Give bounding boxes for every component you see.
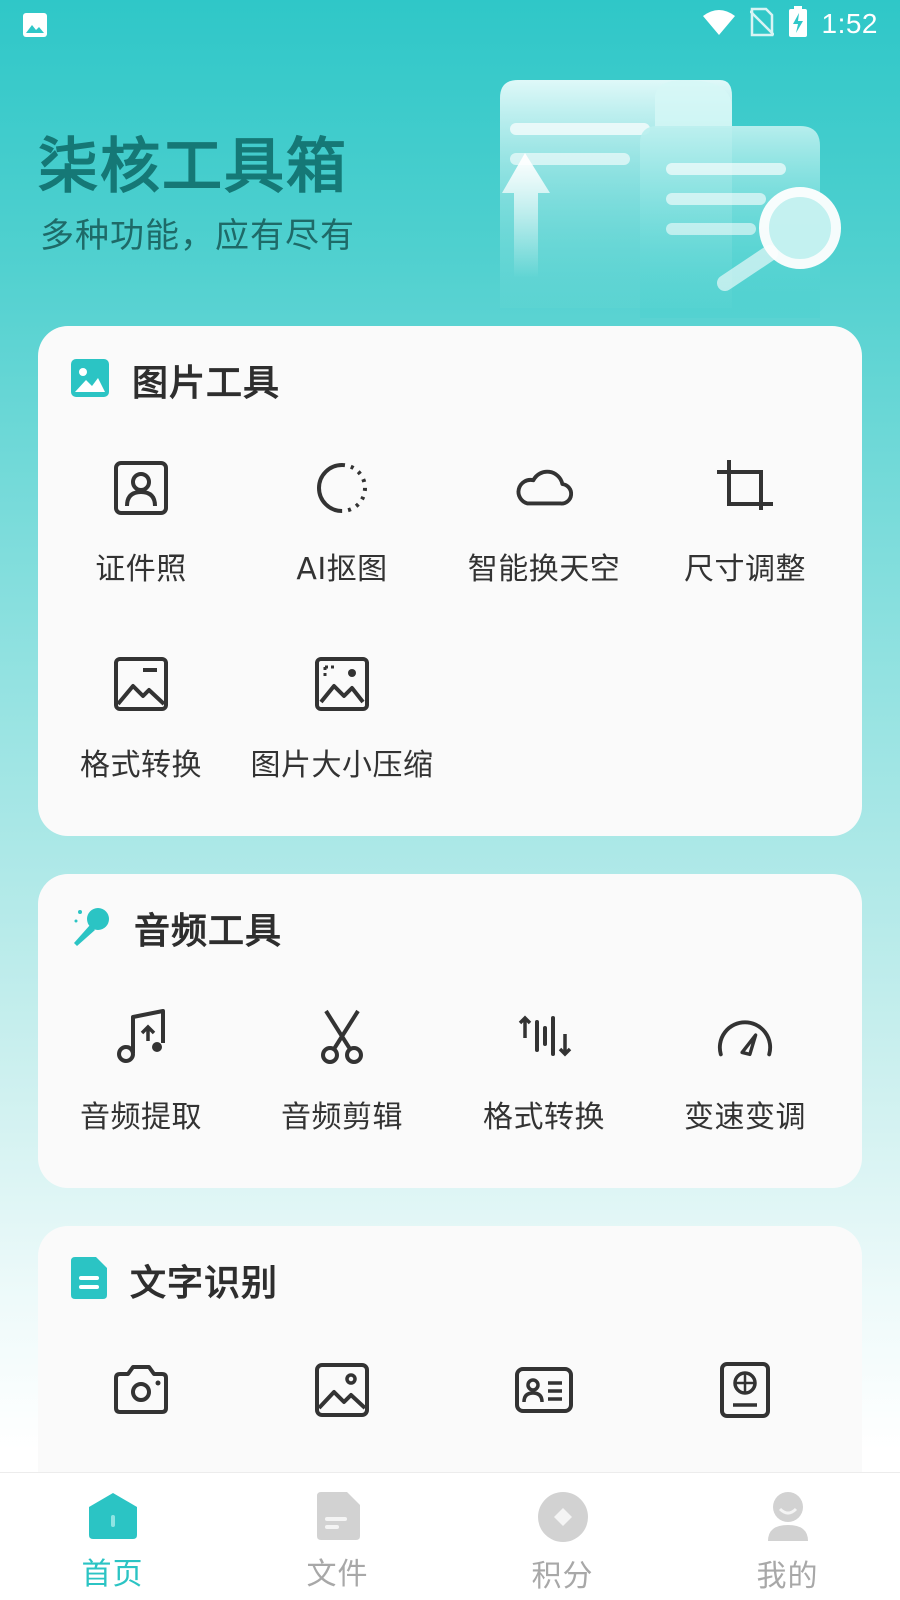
crop-icon <box>715 458 775 518</box>
tool-label: 智能换天空 <box>467 552 621 587</box>
tool-label: 尺寸调整 <box>684 552 806 587</box>
id-photo-tool[interactable]: 证件照 <box>38 458 244 588</box>
speed-pitch-tool[interactable]: 变速变调 <box>642 1006 848 1136</box>
image-tools-title: 图片工具 <box>132 363 281 404</box>
documents-illustration <box>500 80 841 318</box>
id-photo-icon <box>111 458 171 518</box>
audio-extract-tool[interactable]: 音频提取 <box>38 1006 244 1136</box>
image-compress-icon <box>312 654 372 714</box>
profile-icon <box>766 1491 810 1547</box>
tool-label: 格式转换 <box>483 1100 605 1135</box>
status-bar: 1:52 <box>0 0 900 50</box>
nav-profile[interactable]: 我的 <box>675 1473 900 1600</box>
camera-icon <box>111 1360 171 1420</box>
document-section-icon <box>70 1256 108 1304</box>
passport-icon <box>715 1360 775 1420</box>
nav-label: 文件 <box>306 1557 369 1592</box>
tool-label: 证件照 <box>95 552 187 587</box>
app-title: 柒核工具箱 <box>38 132 348 202</box>
home-icon <box>87 1491 139 1545</box>
sky-replace-tool[interactable]: 智能换天空 <box>441 458 647 588</box>
passport-ocr-tool[interactable] <box>642 1360 848 1420</box>
wifi-icon <box>702 8 736 40</box>
image-format-icon <box>111 654 171 714</box>
file-icon <box>315 1491 361 1545</box>
points-icon <box>537 1491 589 1547</box>
nav-label: 我的 <box>756 1559 819 1594</box>
id-card-ocr-tool[interactable] <box>441 1360 647 1420</box>
tool-label: AI抠图 <box>296 552 388 587</box>
tool-label: 音频提取 <box>80 1100 202 1135</box>
nav-points[interactable]: 积分 <box>450 1473 675 1600</box>
audio-tools-title: 音频工具 <box>134 911 283 952</box>
battery-charging-icon <box>788 6 808 42</box>
audio-format-icon <box>514 1006 574 1066</box>
clock: 1:52 <box>821 8 878 39</box>
nav-files[interactable]: 文件 <box>225 1473 450 1600</box>
image-format-tool[interactable]: 格式转换 <box>38 654 244 784</box>
audio-cut-tool[interactable]: 音频剪辑 <box>239 1006 445 1136</box>
nav-home[interactable]: 首页 <box>0 1473 225 1600</box>
nav-label: 首页 <box>81 1557 144 1592</box>
id-card-icon <box>514 1360 574 1420</box>
image-compress-tool[interactable]: 图片大小压缩 <box>239 654 445 784</box>
camera-ocr-tool[interactable] <box>38 1360 244 1420</box>
resize-tool[interactable]: 尺寸调整 <box>642 458 848 588</box>
scissors-icon <box>312 1006 372 1066</box>
bottom-navigation: 首页 文件 积分 我的 <box>0 1472 900 1600</box>
image-ocr-tool[interactable] <box>239 1360 445 1420</box>
tool-label: 音频剪辑 <box>281 1100 403 1135</box>
gallery-notification-icon <box>22 12 48 42</box>
ai-cutout-tool[interactable]: AI抠图 <box>239 458 445 588</box>
text-recognition-title: 文字识别 <box>130 1263 279 1304</box>
cloud-icon <box>514 458 574 518</box>
ai-cutout-icon <box>312 458 372 518</box>
audio-format-tool[interactable]: 格式转换 <box>441 1006 647 1136</box>
text-recognition-card: 文字识别 <box>38 1226 862 1506</box>
tool-label: 变速变调 <box>684 1100 806 1135</box>
audio-tools-card: 音频工具 音频提取 音频剪辑 格式转换 变速变调 <box>38 874 862 1188</box>
image-tools-card: 图片工具 证件照 AI抠图 智能换天空 尺寸调整 格式转换 图片大小压缩 <box>38 326 862 836</box>
picture-icon <box>312 1360 372 1420</box>
image-section-icon <box>70 358 110 402</box>
microphone-section-icon <box>70 905 112 951</box>
app-subtitle: 多种功能，应有尽有 <box>40 216 355 256</box>
tool-label: 图片大小压缩 <box>250 748 434 783</box>
tool-label: 格式转换 <box>80 748 202 783</box>
nav-label: 积分 <box>531 1559 594 1594</box>
no-sim-icon <box>748 7 775 41</box>
music-extract-icon <box>111 1006 171 1066</box>
speedometer-icon <box>715 1006 775 1066</box>
hero-banner: 柒核工具箱 多种功能，应有尽有 <box>0 50 900 330</box>
